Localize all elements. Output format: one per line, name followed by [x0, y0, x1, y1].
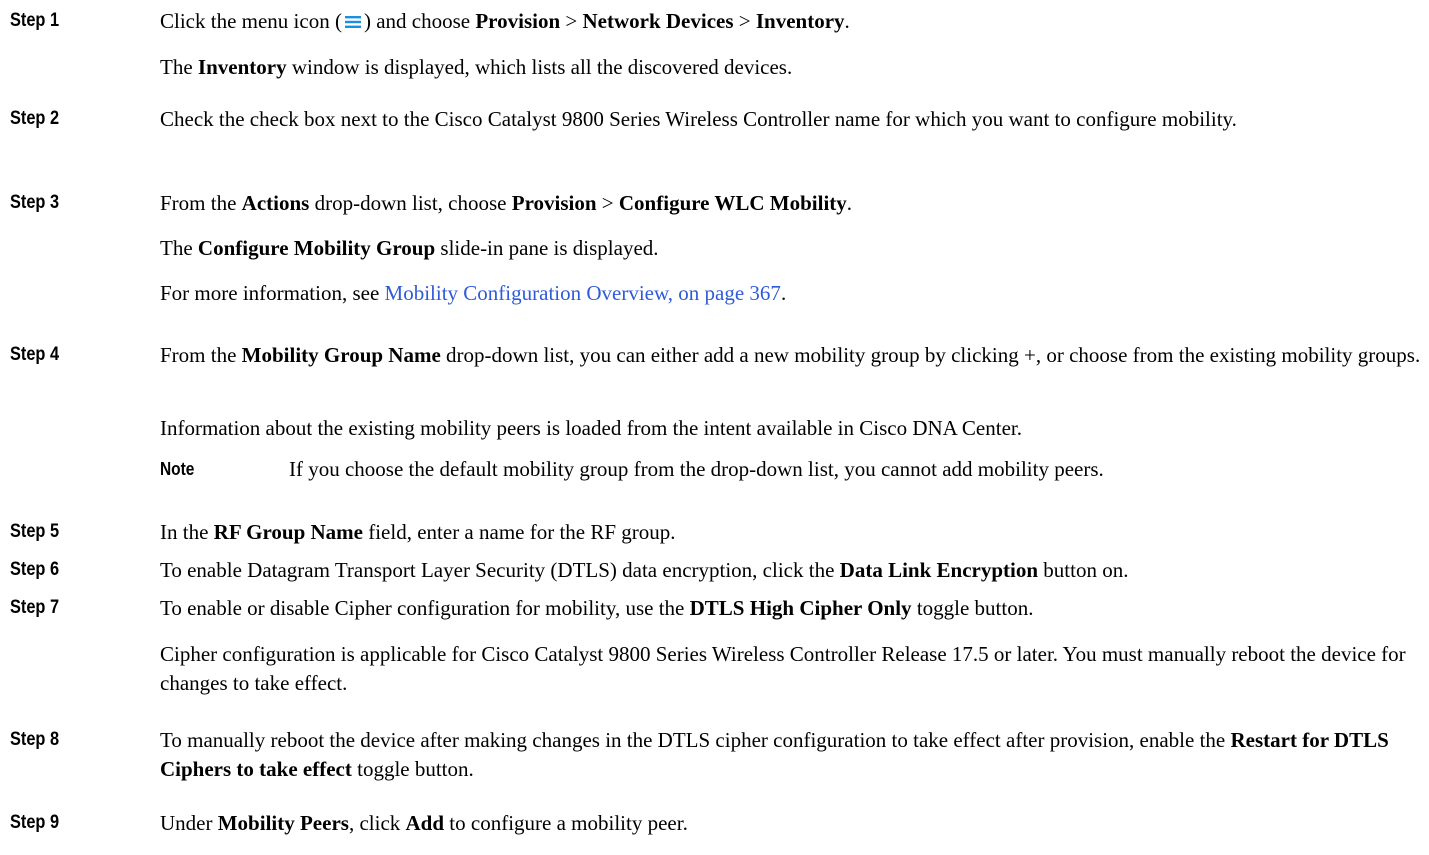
mobility-configuration-overview-link[interactable]: Mobility Configuration Overview, on page…: [385, 281, 781, 305]
step-3-p1-c: drop-down list, choose: [309, 191, 512, 215]
step-6-a: To enable Datagram Transport Layer Secur…: [160, 558, 840, 582]
step-7-label: Step 7: [10, 597, 60, 618]
step-3-p2-c: slide-in pane is displayed.: [435, 236, 659, 260]
step-5-a: In the: [160, 520, 214, 544]
step-9-paragraph: Under Mobility Peers, click Add to confi…: [160, 809, 1425, 838]
step-3-bold-configure-wlc-mobility: Configure WLC Mobility: [618, 191, 847, 215]
step-9-a: Under: [160, 811, 218, 835]
step-8-c: toggle button.: [351, 757, 474, 781]
step-8-a: To manually reboot the device after maki…: [160, 728, 1231, 752]
step-7-bold-dtls-high-cipher-only: DTLS High Cipher Only: [689, 596, 912, 620]
step-2-paragraph: Check the check box next to the Cisco Ca…: [160, 107, 1237, 131]
step-8-paragraph: To manually reboot the device after maki…: [160, 726, 1425, 784]
step-1-label: Step 1: [10, 10, 60, 31]
step-5-paragraph: In the RF Group Name field, enter a name…: [160, 518, 1425, 547]
step-3-paragraph-2: The Configure Mobility Group slide-in pa…: [160, 234, 1425, 263]
note-label: Note: [160, 459, 195, 479]
step-4-bold-mobility-group-name: Mobility Group Name: [241, 343, 441, 367]
step-7-c: toggle button.: [911, 596, 1034, 620]
step-8-label: Step 8: [10, 729, 60, 750]
step-5-c: field, enter a name for the RF group.: [362, 520, 676, 544]
step-3-separator: >: [596, 191, 619, 215]
document-page: { "steps": [ { "label": "Step 1", "parag…: [0, 0, 1429, 855]
note-text: If you choose the default mobility group…: [289, 457, 1104, 481]
step-7-paragraph-1: To enable or disable Cipher configuratio…: [160, 594, 1425, 623]
step-1-bold-provision: Provision: [475, 9, 561, 33]
step-9-c: , click: [348, 811, 406, 835]
step-3-paragraph-3: For more information, see Mobility Confi…: [160, 279, 1425, 308]
step-2-label: Step 2: [10, 108, 60, 129]
step-3-bold-configure-mobility-group: Configure Mobility Group: [197, 236, 436, 260]
step-6-bold-data-link-encryption: Data Link Encryption: [839, 558, 1039, 582]
step-1-period: .: [844, 9, 850, 33]
step-1-text-a: Click the menu icon (: [160, 9, 342, 33]
step-1-separator-1: >: [560, 9, 583, 33]
step-6-paragraph: To enable Datagram Transport Layer Secur…: [160, 556, 1425, 585]
step-9-bold-mobility-peers: Mobility Peers: [217, 811, 349, 835]
step-7-paragraph-2: Cipher configuration is applicable for C…: [160, 642, 1406, 695]
step-1-bold-inventory: Inventory: [755, 9, 845, 33]
step-9-e: to configure a mobility peer.: [444, 811, 688, 835]
step-1-bold-network-devices: Network Devices: [582, 9, 734, 33]
step-6-c: button on.: [1038, 558, 1129, 582]
step-4-p1-a: From the: [160, 343, 242, 367]
step-3-period: .: [846, 191, 853, 215]
step-3-p1-a: From the: [160, 191, 242, 215]
step-4-paragraph-1: From the Mobility Group Name drop-down l…: [160, 341, 1425, 370]
step-4-paragraph-2: Information about the existing mobility …: [160, 416, 1022, 440]
step-3-paragraph-1: From the Actions drop-down list, choose …: [160, 189, 1425, 218]
step-1-paragraph-2: The Inventory window is displayed, which…: [160, 53, 1425, 82]
step-3-bold-actions: Actions: [241, 191, 310, 215]
step-7-a: To enable or disable Cipher configuratio…: [160, 596, 690, 620]
step-1-p2-a: The: [160, 55, 198, 79]
menu-icon: [344, 8, 362, 28]
step-3-bold-provision: Provision: [511, 191, 597, 215]
step-1-separator-2: >: [733, 9, 756, 33]
step-1-paragraph-1: Click the menu icon ( ) and choose Provis…: [160, 7, 1425, 36]
step-4-p1-c: drop-down list, you can either add a new…: [440, 343, 1421, 367]
step-1-p2-bold-inventory: Inventory: [197, 55, 287, 79]
step-6-label: Step 6: [10, 559, 60, 580]
step-1-p2-c: window is displayed, which lists all the…: [286, 55, 793, 79]
step-3-label: Step 3: [10, 192, 60, 213]
step-9-bold-add: Add: [405, 811, 445, 835]
step-3-p3-period[interactable]: .: [781, 281, 786, 305]
step-4-label: Step 4: [10, 344, 60, 365]
step-3-p3-a: For more information, see: [160, 281, 385, 305]
step-5-bold-rf-group-name: RF Group Name: [213, 520, 363, 544]
step-1-text-b: ) and choose: [363, 9, 476, 33]
step-5-label: Step 5: [10, 521, 60, 542]
step-9-label: Step 9: [10, 812, 60, 833]
step-3-p2-a: The: [160, 236, 198, 260]
